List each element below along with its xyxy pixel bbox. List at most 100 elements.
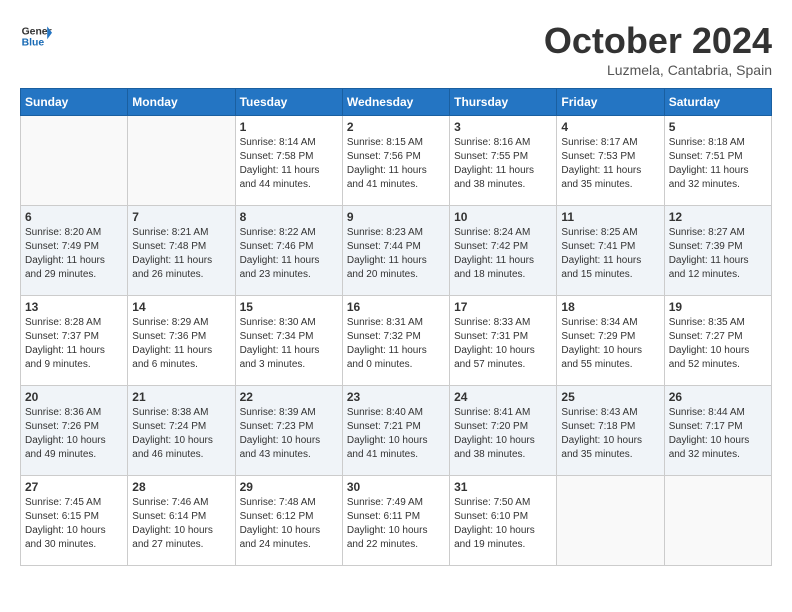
calendar-cell: 21Sunrise: 8:38 AM Sunset: 7:24 PM Dayli… <box>128 386 235 476</box>
calendar-cell: 16 Sunrise: 8:31 AM Sunset: 7:32 PM Dayli… <box>342 296 449 386</box>
calendar-cell: 29 Sunrise: 7:48 AM Sunset: 6:12 PM Dayli… <box>235 476 342 566</box>
day-number: 23 <box>347 390 445 404</box>
calendar-cell: 19 Sunrise: 8:35 AM Sunset: 7:27 PM Dayli… <box>664 296 771 386</box>
calendar-cell: 27 Sunrise: 7:45 AM Sunset: 6:15 PM Dayli… <box>21 476 128 566</box>
calendar-table: SundayMondayTuesdayWednesdayThursdayFrid… <box>20 88 772 566</box>
weekday-tuesday: Tuesday <box>235 89 342 116</box>
day-number: 4 <box>561 120 659 134</box>
day-number: 31 <box>454 480 552 494</box>
calendar-cell: 24 Sunrise: 8:41 AM Sunset: 7:20 PM Dayli… <box>450 386 557 476</box>
logo: General Blue <box>20 20 52 52</box>
calendar-cell: 7 Sunrise: 8:21 AM Sunset: 7:48 PM Daylig… <box>128 206 235 296</box>
day-info: Sunrise: 8:22 AM Sunset: 7:46 PM Dayligh… <box>240 226 338 282</box>
day-number: 1 <box>240 120 338 134</box>
day-info: Sunrise: 8:24 AM Sunset: 7:42 PM Dayligh… <box>454 226 552 282</box>
logo-icon: General Blue <box>20 20 52 52</box>
calendar-cell: 8 Sunrise: 8:22 AM Sunset: 7:46 PM Daylig… <box>235 206 342 296</box>
svg-text:Blue: Blue <box>22 38 45 49</box>
calendar-cell: 11Sunrise: 8:25 AM Sunset: 7:41 PM Dayli… <box>557 206 664 296</box>
weekday-saturday: Saturday <box>664 89 771 116</box>
calendar-cell: 22 Sunrise: 8:39 AM Sunset: 7:23 PM Dayli… <box>235 386 342 476</box>
day-info: Sunrise: 8:30 AM Sunset: 7:34 PM Dayligh… <box>240 316 338 372</box>
calendar-week-1: 1 Sunrise: 8:14 AM Sunset: 7:58 PM Daylig… <box>21 116 772 206</box>
day-info: Sunrise: 8:38 AM Sunset: 7:24 PM Dayligh… <box>132 406 230 462</box>
weekday-wednesday: Wednesday <box>342 89 449 116</box>
day-number: 28 <box>132 480 230 494</box>
day-number: 2 <box>347 120 445 134</box>
day-info: Sunrise: 8:44 AM Sunset: 7:17 PM Dayligh… <box>669 406 767 462</box>
day-info: Sunrise: 8:14 AM Sunset: 7:58 PM Dayligh… <box>240 136 338 192</box>
day-info: Sunrise: 8:39 AM Sunset: 7:23 PM Dayligh… <box>240 406 338 462</box>
calendar-cell: 15 Sunrise: 8:30 AM Sunset: 7:34 PM Dayli… <box>235 296 342 386</box>
calendar-cell <box>128 116 235 206</box>
day-number: 19 <box>669 300 767 314</box>
day-number: 15 <box>240 300 338 314</box>
day-info: Sunrise: 8:20 AM Sunset: 7:49 PM Dayligh… <box>25 226 123 282</box>
day-info: Sunrise: 8:33 AM Sunset: 7:31 PM Dayligh… <box>454 316 552 372</box>
day-info: Sunrise: 8:17 AM Sunset: 7:53 PM Dayligh… <box>561 136 659 192</box>
calendar-cell: 25 Sunrise: 8:43 AM Sunset: 7:18 PM Dayli… <box>557 386 664 476</box>
day-info: Sunrise: 7:48 AM Sunset: 6:12 PM Dayligh… <box>240 496 338 552</box>
calendar-week-4: 20Sunrise: 8:36 AM Sunset: 7:26 PM Dayli… <box>21 386 772 476</box>
calendar-cell: 31Sunrise: 7:50 AM Sunset: 6:10 PM Dayli… <box>450 476 557 566</box>
day-number: 12 <box>669 210 767 224</box>
day-number: 9 <box>347 210 445 224</box>
calendar-body: 1 Sunrise: 8:14 AM Sunset: 7:58 PM Daylig… <box>21 116 772 566</box>
calendar-cell: 5Sunrise: 8:18 AM Sunset: 7:51 PM Daylig… <box>664 116 771 206</box>
day-info: Sunrise: 7:45 AM Sunset: 6:15 PM Dayligh… <box>25 496 123 552</box>
day-number: 7 <box>132 210 230 224</box>
day-number: 29 <box>240 480 338 494</box>
day-info: Sunrise: 8:23 AM Sunset: 7:44 PM Dayligh… <box>347 226 445 282</box>
month-title: October 2024 <box>544 20 772 62</box>
calendar-cell: 2 Sunrise: 8:15 AM Sunset: 7:56 PM Daylig… <box>342 116 449 206</box>
weekday-friday: Friday <box>557 89 664 116</box>
day-info: Sunrise: 8:28 AM Sunset: 7:37 PM Dayligh… <box>25 316 123 372</box>
calendar-cell: 20Sunrise: 8:36 AM Sunset: 7:26 PM Dayli… <box>21 386 128 476</box>
calendar-cell <box>664 476 771 566</box>
location: Luzmela, Cantabria, Spain <box>544 62 772 78</box>
day-number: 8 <box>240 210 338 224</box>
weekday-header-row: SundayMondayTuesdayWednesdayThursdayFrid… <box>21 89 772 116</box>
day-number: 26 <box>669 390 767 404</box>
day-number: 16 <box>347 300 445 314</box>
day-info: Sunrise: 8:31 AM Sunset: 7:32 PM Dayligh… <box>347 316 445 372</box>
calendar-cell: 13Sunrise: 8:28 AM Sunset: 7:37 PM Dayli… <box>21 296 128 386</box>
day-info: Sunrise: 8:43 AM Sunset: 7:18 PM Dayligh… <box>561 406 659 462</box>
calendar-cell: 6 Sunrise: 8:20 AM Sunset: 7:49 PM Daylig… <box>21 206 128 296</box>
day-info: Sunrise: 8:34 AM Sunset: 7:29 PM Dayligh… <box>561 316 659 372</box>
calendar-cell: 18 Sunrise: 8:34 AM Sunset: 7:29 PM Dayli… <box>557 296 664 386</box>
day-number: 6 <box>25 210 123 224</box>
day-info: Sunrise: 8:18 AM Sunset: 7:51 PM Dayligh… <box>669 136 767 192</box>
day-info: Sunrise: 8:27 AM Sunset: 7:39 PM Dayligh… <box>669 226 767 282</box>
calendar-cell: 30Sunrise: 7:49 AM Sunset: 6:11 PM Dayli… <box>342 476 449 566</box>
day-info: Sunrise: 8:15 AM Sunset: 7:56 PM Dayligh… <box>347 136 445 192</box>
calendar-week-3: 13Sunrise: 8:28 AM Sunset: 7:37 PM Dayli… <box>21 296 772 386</box>
day-info: Sunrise: 8:25 AM Sunset: 7:41 PM Dayligh… <box>561 226 659 282</box>
day-number: 27 <box>25 480 123 494</box>
day-number: 22 <box>240 390 338 404</box>
calendar-cell: 3Sunrise: 8:16 AM Sunset: 7:55 PM Daylig… <box>450 116 557 206</box>
calendar-cell: 17 Sunrise: 8:33 AM Sunset: 7:31 PM Dayli… <box>450 296 557 386</box>
calendar-cell: 26 Sunrise: 8:44 AM Sunset: 7:17 PM Dayli… <box>664 386 771 476</box>
calendar-week-5: 27 Sunrise: 7:45 AM Sunset: 6:15 PM Dayli… <box>21 476 772 566</box>
day-info: Sunrise: 8:29 AM Sunset: 7:36 PM Dayligh… <box>132 316 230 372</box>
day-info: Sunrise: 8:35 AM Sunset: 7:27 PM Dayligh… <box>669 316 767 372</box>
calendar-cell: 14Sunrise: 8:29 AM Sunset: 7:36 PM Dayli… <box>128 296 235 386</box>
calendar-cell: 12 Sunrise: 8:27 AM Sunset: 7:39 PM Dayli… <box>664 206 771 296</box>
calendar-cell <box>557 476 664 566</box>
calendar-cell: 10 Sunrise: 8:24 AM Sunset: 7:42 PM Dayli… <box>450 206 557 296</box>
day-number: 17 <box>454 300 552 314</box>
day-number: 25 <box>561 390 659 404</box>
day-number: 24 <box>454 390 552 404</box>
calendar-cell: 4 Sunrise: 8:17 AM Sunset: 7:53 PM Daylig… <box>557 116 664 206</box>
page-header: General Blue October 2024 Luzmela, Canta… <box>20 20 772 78</box>
day-number: 18 <box>561 300 659 314</box>
day-info: Sunrise: 8:21 AM Sunset: 7:48 PM Dayligh… <box>132 226 230 282</box>
day-number: 10 <box>454 210 552 224</box>
day-number: 20 <box>25 390 123 404</box>
calendar-cell: 9 Sunrise: 8:23 AM Sunset: 7:44 PM Daylig… <box>342 206 449 296</box>
weekday-sunday: Sunday <box>21 89 128 116</box>
calendar-cell <box>21 116 128 206</box>
day-info: Sunrise: 8:41 AM Sunset: 7:20 PM Dayligh… <box>454 406 552 462</box>
day-info: Sunrise: 8:40 AM Sunset: 7:21 PM Dayligh… <box>347 406 445 462</box>
